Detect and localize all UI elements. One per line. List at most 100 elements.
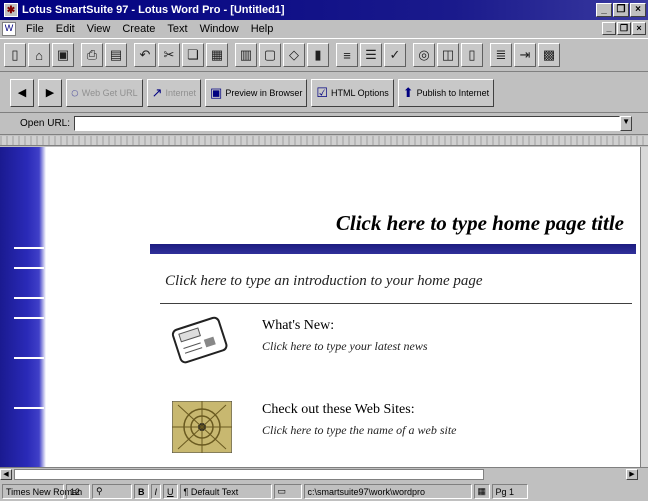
internet-button[interactable]: ↗ Internet xyxy=(146,78,202,107)
outline-icon[interactable]: ☰ xyxy=(360,43,382,67)
doc-minimize-button[interactable]: _ xyxy=(602,22,616,35)
draw-icon[interactable]: ◇ xyxy=(283,43,305,67)
font-name-field[interactable]: Times New Roman xyxy=(2,484,82,499)
status-bar: Times New Roman 12 ⚲ B I U ¶ Default Tex… xyxy=(0,482,648,501)
menu-edit[interactable]: Edit xyxy=(50,23,81,35)
web-get-url-label: Web Get URL xyxy=(81,87,138,98)
font-size-field[interactable]: 12 xyxy=(66,484,90,499)
save-icon[interactable]: ▣ xyxy=(52,43,74,67)
publish-to-internet-button[interactable]: ⬆ Publish to Internet xyxy=(397,78,495,107)
document-window-controls: _ ❐ × xyxy=(602,22,646,35)
ruler[interactable] xyxy=(0,136,648,146)
html-options-label: HTML Options xyxy=(331,87,389,98)
url-dropdown-button[interactable]: ▼ xyxy=(620,116,633,131)
publish-label: Publish to Internet xyxy=(416,87,490,98)
publish-icon: ⬆ xyxy=(402,84,414,100)
paragraph-icon: ¶ xyxy=(183,486,191,497)
home-page-title[interactable]: Click here to type home page title xyxy=(336,211,624,236)
browser-icon: ▣ xyxy=(210,84,223,100)
scroll-thumb[interactable] xyxy=(14,469,484,480)
bold-icon[interactable]: B xyxy=(134,484,149,499)
whats-new-subtext[interactable]: Click here to type your latest news xyxy=(262,339,428,354)
italic-icon[interactable]: I xyxy=(150,484,162,499)
print-preview-icon[interactable]: ▤ xyxy=(105,43,127,67)
menu-file[interactable]: File xyxy=(20,23,50,35)
mode-indicator[interactable]: ▭ xyxy=(273,484,302,499)
indent-icon[interactable]: ⇥ xyxy=(514,43,536,67)
menu-bar: W File Edit View Create Text Window Help… xyxy=(0,20,648,38)
web-sites-heading[interactable]: Check out these Web Sites: xyxy=(262,402,415,418)
menu-create[interactable]: Create xyxy=(116,23,161,35)
page-number-field[interactable]: Pg 1 xyxy=(491,484,528,499)
band-notch xyxy=(14,247,44,249)
forward-button[interactable]: ▶ xyxy=(38,78,62,107)
band-notch xyxy=(14,297,44,299)
align-icon[interactable]: ≣ xyxy=(490,43,512,67)
new-document-icon[interactable]: ▯ xyxy=(4,43,26,67)
menu-window[interactable]: Window xyxy=(194,23,245,35)
url-label: Open URL: xyxy=(20,118,71,129)
globe-icon: ◌ xyxy=(71,85,79,100)
internet-label: Internet xyxy=(165,87,197,98)
table-icon[interactable]: ▥ xyxy=(235,43,257,67)
bullets-icon[interactable]: ≡ xyxy=(336,43,358,67)
image-icon[interactable]: ▩ xyxy=(538,43,560,67)
zoom-icon[interactable]: ◎ xyxy=(413,43,435,67)
document-page[interactable]: Click here to type home page title Click… xyxy=(0,147,640,467)
whats-new-heading[interactable]: What's New: xyxy=(262,318,334,334)
web-sites-icon xyxy=(172,401,232,453)
preview-label: Preview in Browser xyxy=(225,87,303,98)
scroll-left-icon[interactable]: ◀ xyxy=(0,469,12,480)
spell-icon[interactable]: ✓ xyxy=(384,43,406,67)
paste-icon[interactable]: ▦ xyxy=(206,43,228,67)
paragraph-style-label: Default Text xyxy=(190,486,239,497)
html-options-button[interactable]: ☑ HTML Options xyxy=(311,78,394,107)
minimize-button[interactable]: _ xyxy=(596,3,612,17)
chart-icon[interactable]: ▮ xyxy=(307,43,329,67)
paragraph-style-field[interactable]: ¶ Default Text xyxy=(179,484,272,499)
web-sites-subtext[interactable]: Click here to type the name of a web sit… xyxy=(262,423,457,438)
restore-button[interactable]: ❐ xyxy=(613,3,629,17)
window-controls: _ ❐ × xyxy=(596,3,646,17)
app-icon[interactable]: ✱ xyxy=(4,3,18,17)
page-left-band xyxy=(0,147,46,467)
link-icon: ↗ xyxy=(151,84,163,100)
columns-icon[interactable]: ▯ xyxy=(461,43,483,67)
horizontal-scrollbar[interactable]: ◀ ▶ xyxy=(0,467,648,481)
web-get-url-button[interactable]: ◌ Web Get URL xyxy=(66,78,143,107)
menu-view[interactable]: View xyxy=(81,23,117,35)
cut-icon[interactable]: ✂ xyxy=(158,43,180,67)
vertical-scrollbar[interactable] xyxy=(640,147,648,467)
undo-icon[interactable]: ↶ xyxy=(134,43,156,67)
text-color-icon[interactable]: ⚲ xyxy=(92,484,132,499)
intro-text[interactable]: Click here to type an introduction to yo… xyxy=(165,273,483,290)
underline-icon[interactable]: U xyxy=(163,484,178,499)
open-icon[interactable]: ⌂ xyxy=(28,43,50,67)
doc-close-button[interactable]: × xyxy=(632,22,646,35)
band-notch xyxy=(14,267,44,269)
band-notch xyxy=(14,407,44,409)
doc-restore-button[interactable]: ❐ xyxy=(617,22,631,35)
copy-icon[interactable]: ❏ xyxy=(182,43,204,67)
menu-help[interactable]: Help xyxy=(245,23,280,35)
url-input[interactable] xyxy=(74,116,621,131)
document-icon[interactable]: W xyxy=(2,22,16,36)
band-notch xyxy=(14,317,44,319)
frame-icon[interactable]: ▢ xyxy=(259,43,281,67)
news-icon xyxy=(171,316,228,364)
web-toolbar: ◀ ▶ ◌ Web Get URL ↗ Internet ▣ Preview i… xyxy=(0,73,648,113)
title-bar: ✱ Lotus SmartSuite 97 - Lotus Word Pro -… xyxy=(0,0,648,20)
page-gauge-icon[interactable]: ▦ xyxy=(473,484,490,499)
scroll-right-icon[interactable]: ▶ xyxy=(626,469,638,480)
checkbox-icon: ☑ xyxy=(316,84,329,100)
file-path-field[interactable]: c:\smartsuite97\work\wordpro xyxy=(303,484,472,499)
preview-in-browser-button[interactable]: ▣ Preview in Browser xyxy=(205,78,308,107)
url-bar: Open URL: ▼ xyxy=(0,113,648,135)
menu-text[interactable]: Text xyxy=(161,23,193,35)
frame-layout-icon[interactable]: ◫ xyxy=(437,43,459,67)
smarticons-toolbar: ▯ ⌂ ▣ ⎙ ▤ ↶ ✂ ❏ ▦ ▥ ▢ ◇ ▮ ≡ ☰ ✓ ◎ ◫ ▯ ≣ … xyxy=(0,38,648,72)
close-button[interactable]: × xyxy=(630,3,646,17)
back-button[interactable]: ◀ xyxy=(10,78,34,107)
title-underline-bar xyxy=(150,244,636,254)
print-icon[interactable]: ⎙ xyxy=(81,43,103,67)
